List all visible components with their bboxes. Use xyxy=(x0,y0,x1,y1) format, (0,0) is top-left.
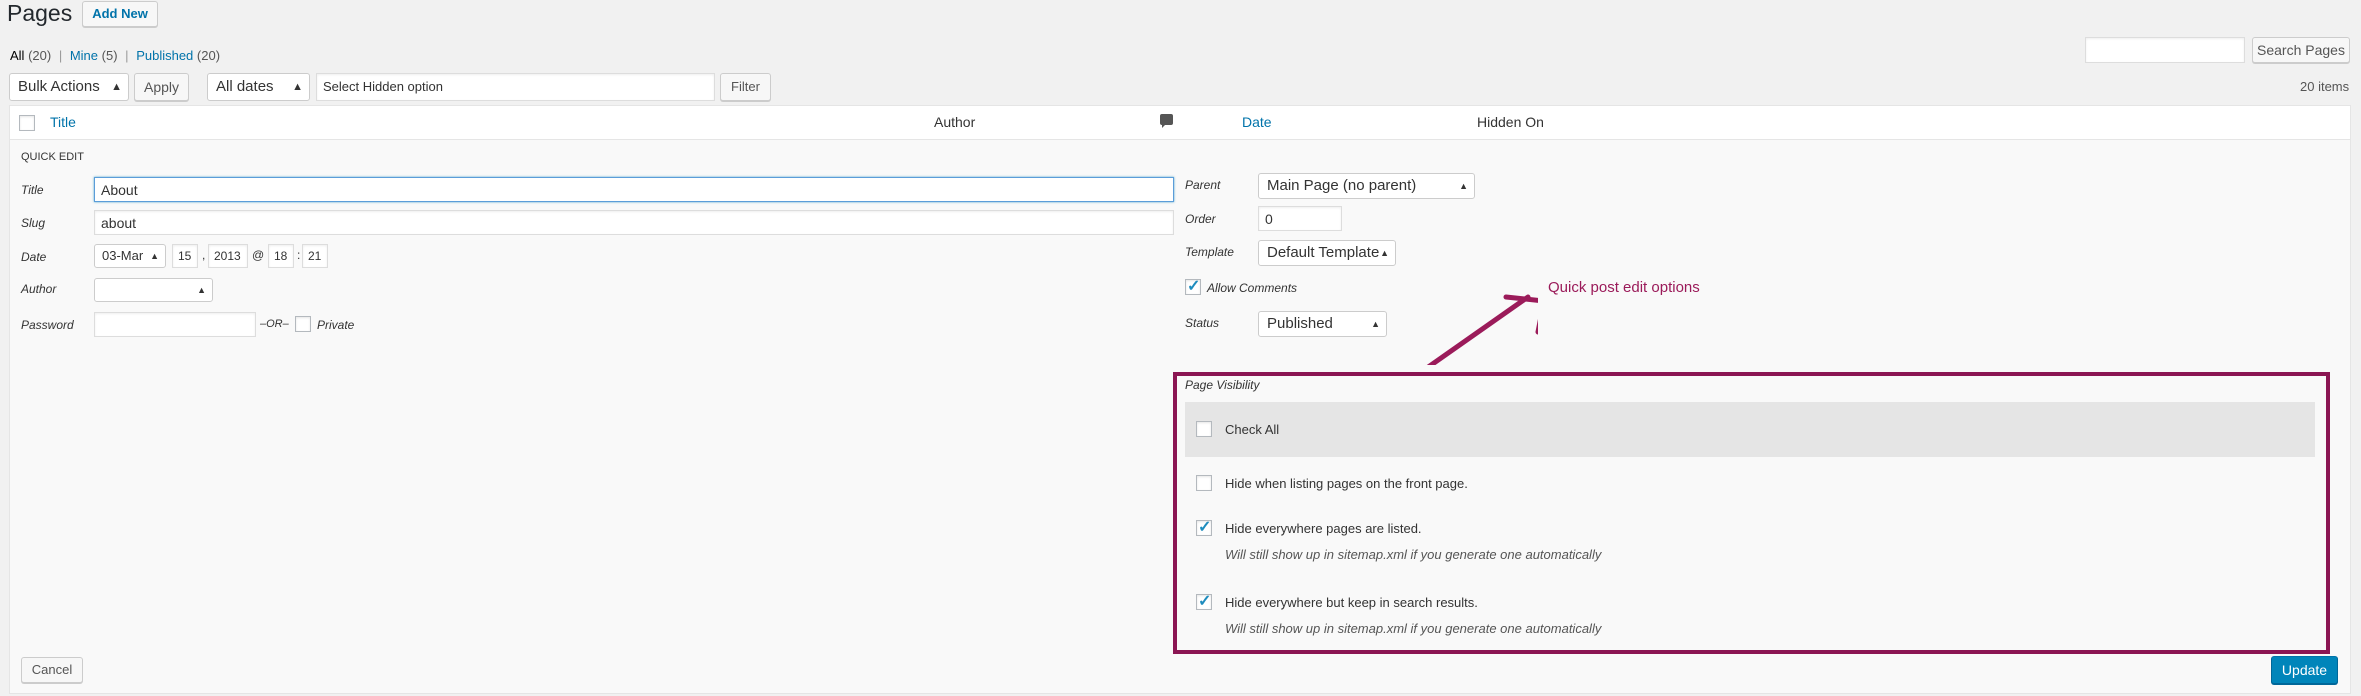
checkmark-icon: ✓ xyxy=(1198,593,1212,610)
parent-select[interactable]: Main Page (no parent) ▲ xyxy=(1258,173,1475,199)
checkmark-icon: ✓ xyxy=(1187,278,1201,295)
quick-edit-heading: QUICK EDIT xyxy=(21,151,84,163)
title-input[interactable]: About xyxy=(94,177,1174,202)
column-title[interactable]: Title xyxy=(50,114,76,130)
filter-button[interactable]: Filter xyxy=(720,73,771,101)
password-input[interactable] xyxy=(94,312,256,337)
page-title: Pages xyxy=(7,0,73,26)
status-label: Status xyxy=(1185,316,1220,330)
checkmark-icon: ✓ xyxy=(1198,519,1212,536)
hidden-option-select[interactable]: Select Hidden option xyxy=(316,73,715,101)
visibility-option-checkbox[interactable] xyxy=(1196,475,1212,491)
hour-input[interactable]: 18 xyxy=(268,244,294,268)
parent-label: Parent xyxy=(1185,178,1221,192)
visibility-option-label: Hide everywhere but keep in search resul… xyxy=(1225,595,1478,610)
month-select[interactable]: 03-Mar ▲ xyxy=(94,244,166,268)
visibility-option-note: Will still show up in sitemap.xml if you… xyxy=(1225,621,1602,636)
filter-mine[interactable]: Mine (5) xyxy=(70,48,118,63)
annotation-text: Quick post edit options xyxy=(1548,279,1700,296)
update-button[interactable]: Update xyxy=(2271,656,2338,684)
annotation-arrow-icon xyxy=(1426,294,1538,365)
time-colon: : xyxy=(297,248,301,262)
author-select[interactable]: ▲ xyxy=(94,278,213,302)
visibility-option-label: Hide everywhere pages are listed. xyxy=(1225,521,1422,536)
apply-button[interactable]: Apply xyxy=(134,73,189,101)
filter-all[interactable]: All (20) xyxy=(10,48,51,63)
table-header: Title Author Date Hidden On xyxy=(9,105,2351,140)
visibility-option-label: Hide when listing pages on the front pag… xyxy=(1225,476,1468,491)
private-label: Private xyxy=(317,318,355,332)
year-input[interactable]: 2013 xyxy=(208,244,248,268)
order-input[interactable]: 0 xyxy=(1258,206,1342,231)
template-label: Template xyxy=(1185,245,1234,259)
column-author: Author xyxy=(934,114,976,130)
date-filter-select[interactable]: All dates ▲ xyxy=(207,73,310,101)
date-at: @ xyxy=(252,248,265,262)
visibility-option-checkbox[interactable]: ✓ xyxy=(1196,593,1212,610)
date-label: Date xyxy=(21,250,47,264)
visibility-option-checkbox[interactable]: ✓ xyxy=(1196,519,1212,536)
check-all-label: Check All xyxy=(1225,422,1280,437)
cancel-button[interactable]: Cancel xyxy=(21,657,83,683)
date-comma: , xyxy=(202,248,206,262)
search-pages-button[interactable]: Search Pages xyxy=(2252,37,2350,63)
column-date[interactable]: Date xyxy=(1242,114,1272,130)
select-all-checkbox[interactable] xyxy=(19,115,35,131)
minute-input[interactable]: 21 xyxy=(302,244,328,268)
allow-comments-label: Allow Comments xyxy=(1207,281,1298,295)
search-input[interactable] xyxy=(2085,37,2245,63)
day-input[interactable]: 15 xyxy=(172,244,198,268)
title-label: Title xyxy=(21,183,44,197)
password-label: Password xyxy=(21,318,74,332)
slug-input[interactable]: about xyxy=(94,210,1174,235)
status-select[interactable]: Published ▲ xyxy=(1258,311,1387,337)
check-all-row xyxy=(1185,402,2315,457)
or-separator: –OR– xyxy=(260,318,289,330)
slug-label: Slug xyxy=(21,216,46,230)
items-count: 20 items xyxy=(2300,79,2350,94)
check-all-checkbox[interactable] xyxy=(1196,421,1212,437)
author-label: Author xyxy=(21,282,57,296)
comment-icon[interactable] xyxy=(1160,114,1173,128)
page-visibility-heading: Page Visibility xyxy=(1185,378,1260,392)
order-label: Order xyxy=(1185,212,1216,226)
column-hidden-on: Hidden On xyxy=(1477,114,1544,130)
filter-published[interactable]: Published (20) xyxy=(136,48,220,63)
add-new-button[interactable]: Add New xyxy=(82,1,158,27)
visibility-option-note: Will still show up in sitemap.xml if you… xyxy=(1225,547,1602,562)
allow-comments-checkbox[interactable]: ✓ xyxy=(1185,278,1201,295)
bulk-actions-select[interactable]: Bulk Actions ▲ xyxy=(9,73,129,101)
private-checkbox[interactable] xyxy=(295,316,311,332)
status-filters: All (20) | Mine (5) | Published (20) xyxy=(10,48,221,63)
template-select[interactable]: Default Template ▲ xyxy=(1258,240,1396,266)
